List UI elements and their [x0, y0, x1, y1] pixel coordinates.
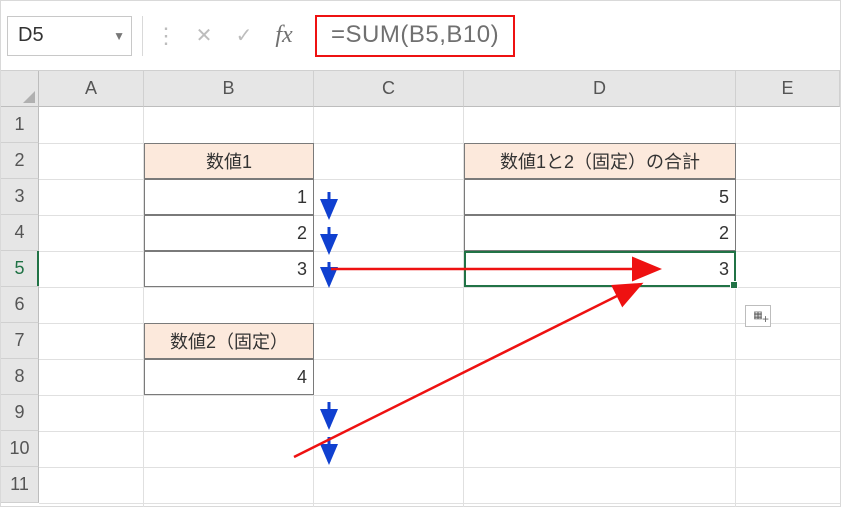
- row-header-2[interactable]: 2: [1, 143, 39, 179]
- name-box[interactable]: D5 ▼: [7, 16, 132, 56]
- cell-B3[interactable]: 1: [144, 179, 314, 215]
- col-header-A[interactable]: A: [39, 71, 144, 107]
- fx-icon[interactable]: fx: [269, 22, 299, 49]
- row-header-4[interactable]: 4: [1, 215, 39, 251]
- formula-input[interactable]: =SUM(B5,B10): [315, 15, 515, 57]
- cell-B7[interactable]: 数値2（固定）: [144, 323, 314, 359]
- autofill-options-button[interactable]: ▦ +: [745, 305, 771, 327]
- cell-D2[interactable]: 数値1と2（固定）の合計: [464, 143, 736, 179]
- row-header-1[interactable]: 1: [1, 107, 39, 143]
- row-header-8[interactable]: 8: [1, 359, 39, 395]
- row-header-10[interactable]: 10: [1, 431, 39, 467]
- row-header-9[interactable]: 9: [1, 395, 39, 431]
- enter-icon[interactable]: ✓: [229, 23, 259, 48]
- cell-B5[interactable]: 3: [144, 251, 314, 287]
- plus-icon: +: [762, 312, 769, 326]
- row-header-5[interactable]: 5: [1, 251, 39, 287]
- cell-B8[interactable]: 4: [144, 359, 314, 395]
- col-header-B[interactable]: B: [144, 71, 314, 107]
- grid: A B C D E 1 2 3 4 5 6 7 8 9 10 11: [1, 71, 840, 506]
- col-header-D[interactable]: D: [464, 71, 736, 107]
- cancel-icon[interactable]: ✕: [189, 23, 219, 48]
- col-header-C[interactable]: C: [314, 71, 464, 107]
- cell-D5[interactable]: 3: [464, 251, 736, 287]
- name-box-dropdown-icon[interactable]: ▼: [113, 29, 125, 43]
- separator: [142, 16, 143, 56]
- col-A-bg: [39, 107, 144, 507]
- cell-D4[interactable]: 2: [464, 215, 736, 251]
- col-C-bg: [314, 107, 464, 507]
- select-all-corner[interactable]: [1, 71, 39, 107]
- col-header-E[interactable]: E: [736, 71, 840, 107]
- row-header-7[interactable]: 7: [1, 323, 39, 359]
- row-header-11[interactable]: 11: [1, 467, 39, 503]
- more-icon[interactable]: ⋮: [153, 23, 179, 49]
- cell-D3[interactable]: 5: [464, 179, 736, 215]
- cell-B2[interactable]: 数値1: [144, 143, 314, 179]
- name-box-value: D5: [18, 24, 44, 47]
- row-header-6[interactable]: 6: [1, 287, 39, 323]
- row-header-3[interactable]: 3: [1, 179, 39, 215]
- excel-window: D5 ▼ ⋮ ✕ ✓ fx =SUM(B5,B10) A B C D E 1 2…: [0, 0, 841, 507]
- formula-bar: D5 ▼ ⋮ ✕ ✓ fx =SUM(B5,B10): [1, 1, 840, 71]
- cell-B4[interactable]: 2: [144, 215, 314, 251]
- cell-area[interactable]: 数値1 1 2 3 数値2（固定） 4 数値1と2（固定）の合計 5 2 3 ▦…: [39, 107, 840, 506]
